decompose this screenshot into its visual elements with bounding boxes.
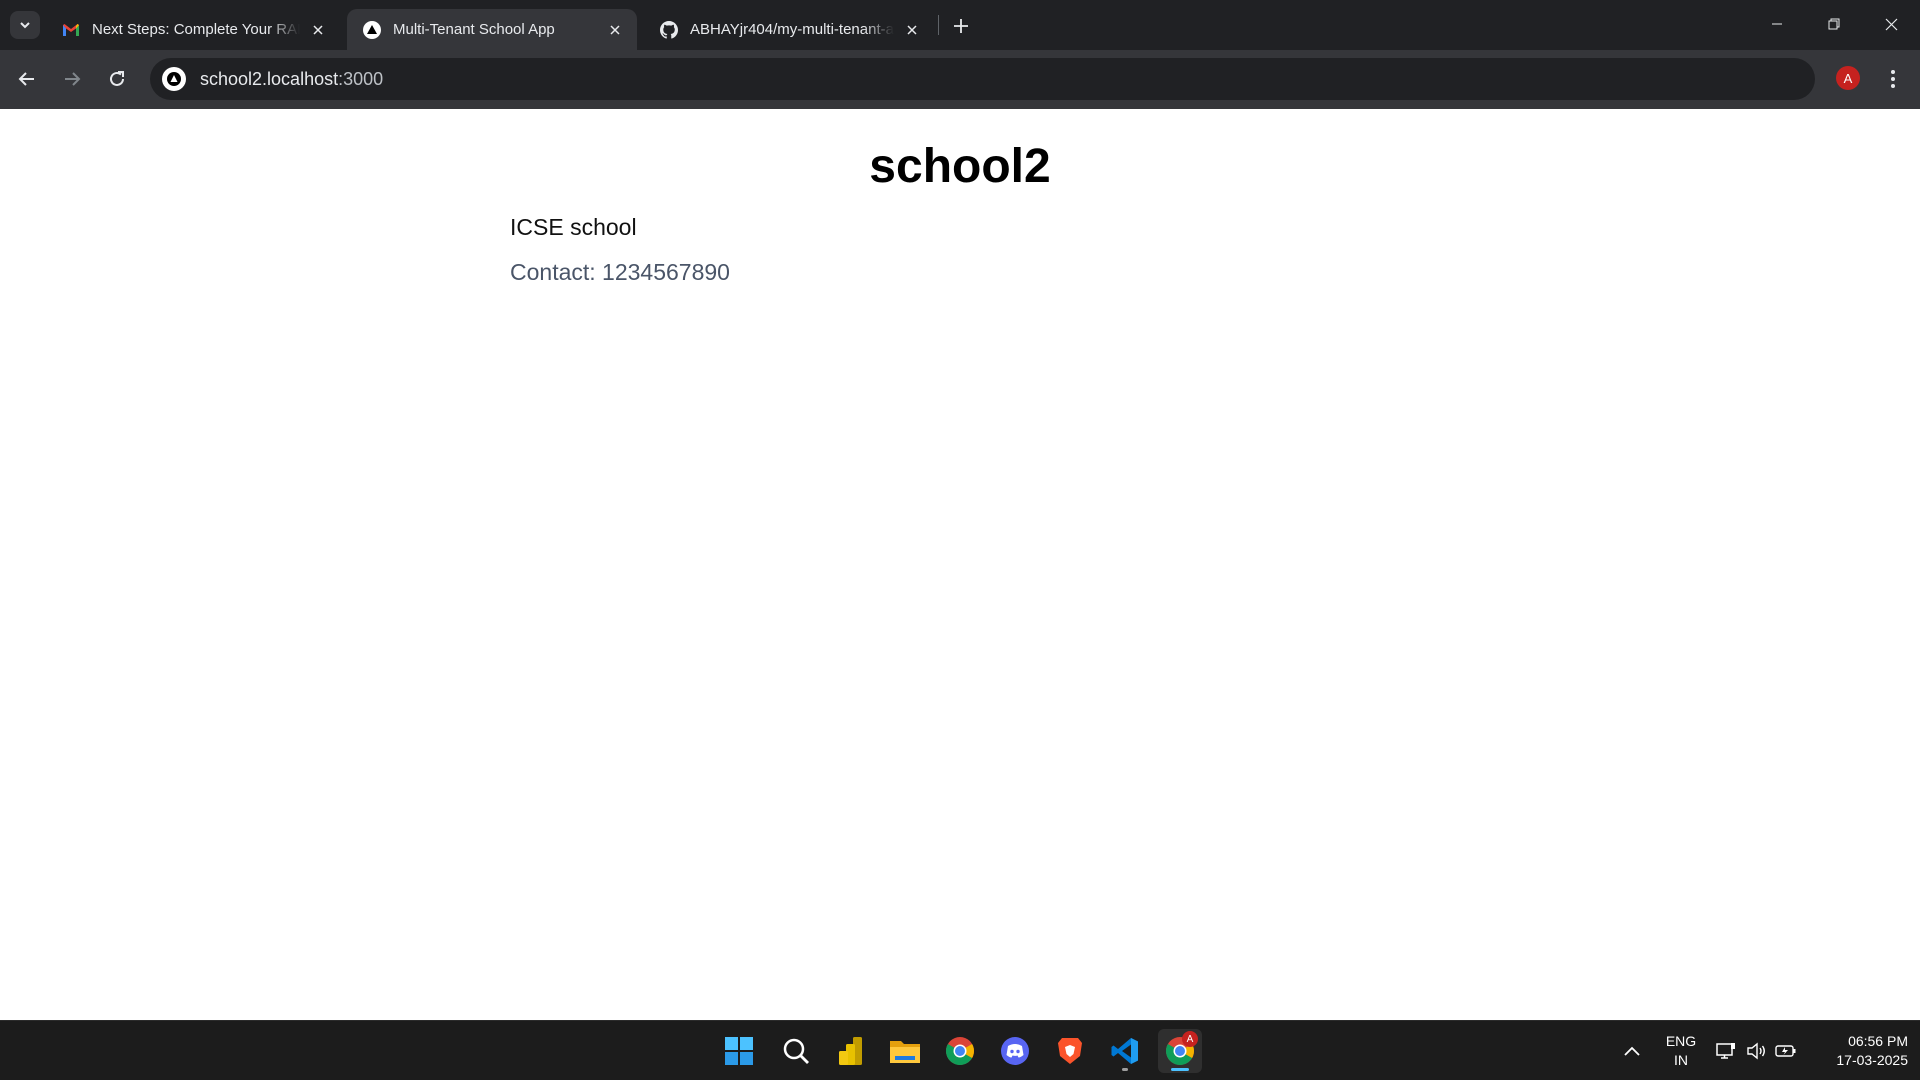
forward-button[interactable] [56,63,88,95]
vscode-icon [1111,1038,1138,1064]
address-bar[interactable]: school2.localhost:3000 [150,58,1815,100]
chevron-down-icon [20,22,30,29]
url-text: school2.localhost:3000 [200,69,383,90]
browser-menu-button[interactable] [1880,64,1906,94]
minimize-icon [1772,23,1782,25]
reload-icon [110,71,124,86]
discord-icon [1001,1037,1029,1065]
arrow-left-icon [18,72,34,86]
taskbar-power-bi[interactable] [828,1029,872,1073]
reload-button[interactable] [101,63,133,95]
network-icon [1716,1043,1735,1059]
plus-icon [954,19,968,33]
tab-gmail[interactable]: Next Steps: Complete Your RAR [46,9,340,50]
power-bi-icon [839,1037,862,1065]
chevron-up-icon [1624,1046,1640,1056]
network-button[interactable] [1712,1029,1740,1073]
url-host: school2.localhost [200,68,339,89]
url-port: :3000 [338,68,384,89]
tab-title: Next Steps: Complete Your RAR [92,21,300,38]
volume-button[interactable] [1742,1029,1770,1073]
close-icon [1885,18,1897,30]
clock[interactable]: 06:56 PM 17-03-2025 [1808,1032,1908,1070]
gmail-icon [62,21,80,39]
taskbar-vscode[interactable] [1103,1029,1147,1073]
brave-icon [1058,1038,1082,1064]
tab-title: Multi-Tenant School App [393,21,555,38]
language-code: ENG [1665,1033,1697,1049]
tab-title: ABHAYjr404/my-multi-tenant-a [690,21,894,38]
running-indicator [1122,1068,1128,1071]
date-text: 17-03-2025 [1836,1052,1908,1068]
back-button[interactable] [11,63,43,95]
tab-strip: Next Steps: Complete Your RAR Multi-Tena… [0,0,1920,50]
language-indicator[interactable]: ENG IN [1656,1032,1706,1070]
tab-github[interactable]: ABHAYjr404/my-multi-tenant-a [644,9,934,50]
start-button[interactable] [717,1029,761,1073]
search-icon [783,1038,809,1064]
file-explorer-icon [890,1041,920,1063]
region-code: IN [1674,1052,1688,1068]
tab-multi-tenant-school-app[interactable]: Multi-Tenant School App [347,9,637,50]
close-window-button[interactable] [1863,0,1919,48]
active-indicator [1171,1068,1189,1071]
close-icon[interactable] [902,20,922,40]
browser-toolbar: school2.localhost:3000 A [0,50,1920,109]
profile-avatar[interactable]: A [1836,66,1860,90]
minimize-button[interactable] [1749,0,1805,48]
time-text: 06:56 PM [1848,1033,1908,1049]
arrow-right-icon [65,72,81,86]
page-title: school2 [869,140,1051,193]
taskbar-chrome-profile[interactable]: A [1158,1029,1202,1073]
volume-icon [1747,1042,1765,1060]
restore-button[interactable] [1806,0,1862,48]
close-icon[interactable] [605,20,625,40]
windows-taskbar: A ENG IN 06:56 PM 17-03-2025 [0,1020,1920,1080]
page-content: school2 ICSE school Contact: 1234567890 [0,109,1920,1020]
site-info-icon[interactable] [162,67,186,91]
school-description: ICSE school [510,214,637,240]
taskbar-chrome[interactable] [938,1029,982,1073]
battery-button[interactable] [1772,1029,1800,1073]
windows-start-icon [725,1037,753,1065]
github-icon [660,20,678,39]
new-tab-button[interactable] [948,13,974,39]
battery-charging-icon [1775,1045,1796,1057]
show-hidden-icons-button[interactable] [1610,1029,1654,1073]
school-contact: Contact: 1234567890 [510,259,730,285]
tab-search-button[interactable] [10,11,40,39]
taskbar-brave[interactable] [1048,1029,1092,1073]
taskbar-discord[interactable] [993,1029,1037,1073]
taskbar-search-button[interactable] [774,1029,818,1073]
taskbar-file-explorer[interactable] [883,1029,927,1073]
triangle-logo-icon [363,20,381,39]
tab-separator [938,15,939,35]
profile-badge: A [1182,1031,1198,1047]
restore-icon [1828,18,1840,30]
close-icon[interactable] [308,20,328,40]
more-vertical-icon [1891,70,1895,88]
chrome-icon [946,1037,974,1065]
